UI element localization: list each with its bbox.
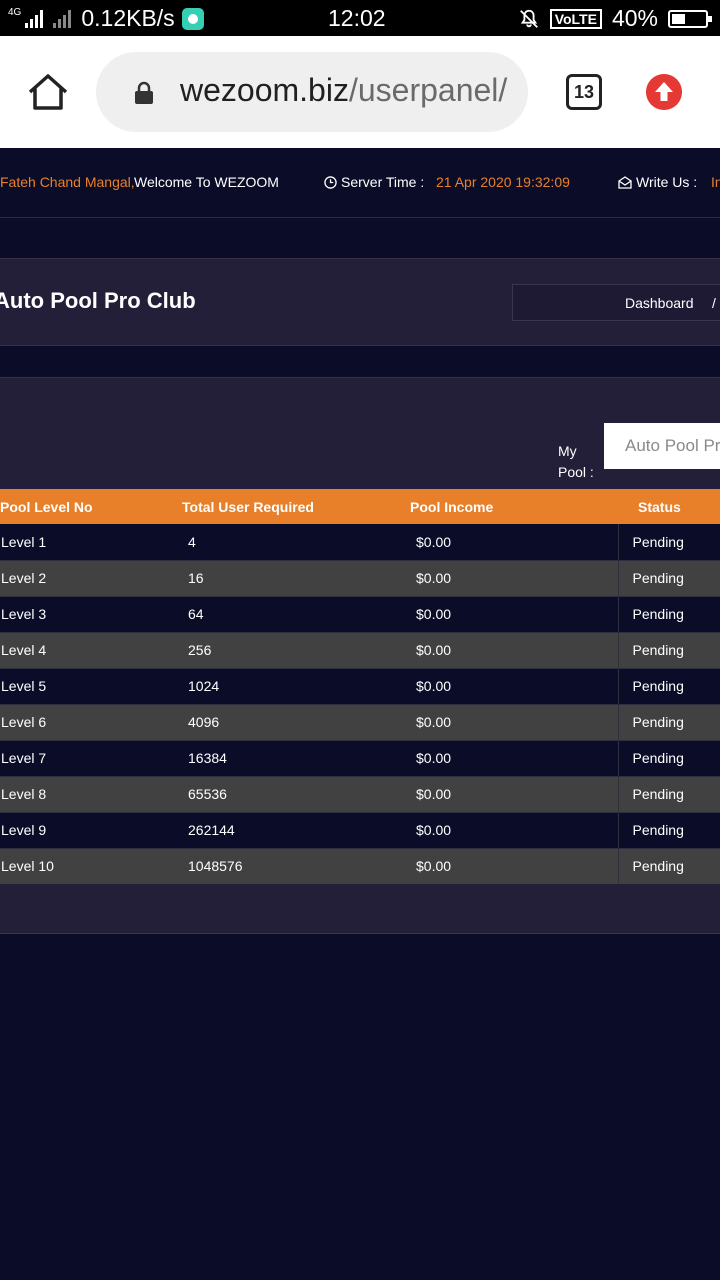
cell-status: Pending — [617, 847, 720, 884]
battery-percent: 40% — [611, 5, 658, 31]
volte-badge: VoLTE — [549, 8, 602, 29]
table-header-row: Pool Level No Total User Required Pool I… — [0, 489, 720, 524]
chat-app-icon — [181, 7, 204, 30]
cell-status: Pending — [617, 703, 720, 740]
signal-icon — [25, 9, 44, 28]
server-label-text: Server Time : — [341, 174, 425, 190]
cell-level: Level 10 — [0, 847, 174, 884]
cell-level: Level 3 — [0, 595, 174, 632]
cell-pool-income: $0.00 — [396, 703, 618, 740]
cell-pool-income: $0.00 — [396, 667, 618, 704]
cell-status: Pending — [617, 595, 720, 632]
table-row: Level 8 65536 $0.00 Pending — [0, 775, 720, 812]
header-pool-income: Pool Income — [410, 498, 494, 515]
pool-content-panel: My Pool : Auto Pool Pro Club Pool Level … — [0, 377, 720, 934]
cell-total-users: 16384 — [174, 739, 396, 776]
write-us-text: Write Us : — [636, 174, 698, 190]
my-pool-label-line1: My — [558, 443, 577, 459]
my-pool-label-line2: Pool : — [558, 464, 594, 480]
cell-status: Pending — [617, 739, 720, 776]
cell-total-users: 256 — [174, 631, 396, 668]
cell-level: Level 6 — [0, 703, 174, 740]
cell-total-users: 262144 — [174, 811, 396, 848]
write-us-value[interactable]: In — [711, 174, 720, 190]
table-row: Level 6 4096 $0.00 Pending — [0, 703, 720, 740]
cell-status: Pending — [617, 667, 720, 704]
my-pool-label: My Pool : — [558, 441, 594, 483]
cell-total-users: 4096 — [174, 703, 396, 740]
server-time-value: 21 Apr 2020 19:32:09 — [436, 174, 570, 190]
cell-pool-income: $0.00 — [396, 595, 618, 632]
cell-pool-income: $0.00 — [396, 775, 618, 812]
lock-icon — [135, 81, 153, 104]
pool-select[interactable]: Auto Pool Pro Club — [604, 423, 720, 469]
cell-total-users: 65536 — [174, 775, 396, 812]
cell-total-users: 1048576 — [174, 847, 396, 884]
network-speed: 0.12KB/s — [81, 5, 175, 31]
table-row: Level 10 1048576 $0.00 Pending — [0, 847, 720, 884]
url-text: wezoom.biz/userpanel/ — [180, 72, 507, 109]
tab-switcher-button[interactable]: 13 — [566, 74, 602, 110]
top-info-strip: Fateh Chand Mangal, Welcome To WEZOOM Se… — [0, 148, 720, 218]
header-status: Status — [638, 498, 681, 515]
table-row: Level 2 16 $0.00 Pending — [0, 559, 720, 596]
cell-status: Pending — [617, 559, 720, 596]
pool-levels-table: Pool Level No Total User Required Pool I… — [0, 489, 720, 884]
page-title: Auto Pool Pro Club — [0, 288, 196, 313]
clock-icon — [324, 175, 337, 189]
cell-pool-income: $0.00 — [396, 631, 618, 668]
url-domain: wezoom.biz — [180, 72, 349, 108]
table-row: Level 4 256 $0.00 Pending — [0, 631, 720, 668]
bell-muted-icon — [519, 9, 538, 28]
url-path: /userpanel/ — [348, 72, 508, 108]
cell-pool-income: $0.00 — [396, 739, 618, 776]
server-time-label: Server Time : — [324, 174, 424, 190]
cell-level: Level 8 — [0, 775, 174, 812]
cell-total-users: 16 — [174, 559, 396, 596]
table-row: Level 5 1024 $0.00 Pending — [0, 667, 720, 704]
network-type: 4G — [8, 6, 22, 18]
title-panel: Auto Pool Pro Club Dashboard / — [0, 258, 720, 346]
browser-toolbar: wezoom.biz/userpanel/ 13 — [0, 36, 720, 148]
breadcrumb: Dashboard / — [512, 284, 720, 321]
cell-pool-income: $0.00 — [396, 811, 618, 848]
cell-total-users: 4 — [188, 533, 196, 550]
signal-2-icon — [53, 9, 72, 28]
welcome-text: Welcome To WEZOOM — [134, 174, 279, 190]
cell-status: Pending — [617, 524, 720, 560]
table-row: Level 1 4 $0.00 Pending — [0, 524, 720, 560]
header-level: Pool Level No — [0, 498, 93, 515]
breadcrumb-dashboard-link[interactable]: Dashboard — [625, 295, 694, 311]
cell-level: Level 1 — [1, 533, 47, 550]
home-icon[interactable] — [26, 72, 70, 112]
cell-level: Level 7 — [0, 739, 174, 776]
cell-status: Pending — [617, 775, 720, 812]
table-row: Level 7 16384 $0.00 Pending — [0, 739, 720, 776]
cell-total-users: 1024 — [174, 667, 396, 704]
user-name: Fateh Chand Mangal, — [0, 174, 135, 190]
table-row: Level 3 64 $0.00 Pending — [0, 595, 720, 632]
cell-total-users: 64 — [174, 595, 396, 632]
status-bar: 4G 0.12KB/s 12:02 VoLTE 40% — [0, 0, 720, 36]
cell-pool-income: $0.00 — [396, 559, 618, 596]
status-clock: 12:02 — [328, 5, 386, 31]
cell-status: Pending — [617, 631, 720, 668]
breadcrumb-separator: / — [712, 295, 716, 311]
battery-icon — [668, 9, 712, 28]
table-row: Level 9 262144 $0.00 Pending — [0, 811, 720, 848]
cell-level: Level 5 — [0, 667, 174, 704]
address-bar[interactable]: wezoom.biz/userpanel/ — [96, 52, 528, 132]
header-total-users: Total User Required — [182, 498, 314, 515]
cell-level: Level 4 — [0, 631, 174, 668]
cell-level: Level 9 — [0, 811, 174, 848]
cell-pool-income: $0.00 — [416, 533, 452, 550]
update-arrow-icon[interactable] — [646, 74, 682, 110]
mail-icon — [618, 175, 632, 189]
cell-pool-income: $0.00 — [396, 847, 618, 884]
write-us-label: Write Us : — [618, 174, 697, 190]
cell-status: Pending — [617, 811, 720, 848]
cell-level: Level 2 — [0, 559, 174, 596]
